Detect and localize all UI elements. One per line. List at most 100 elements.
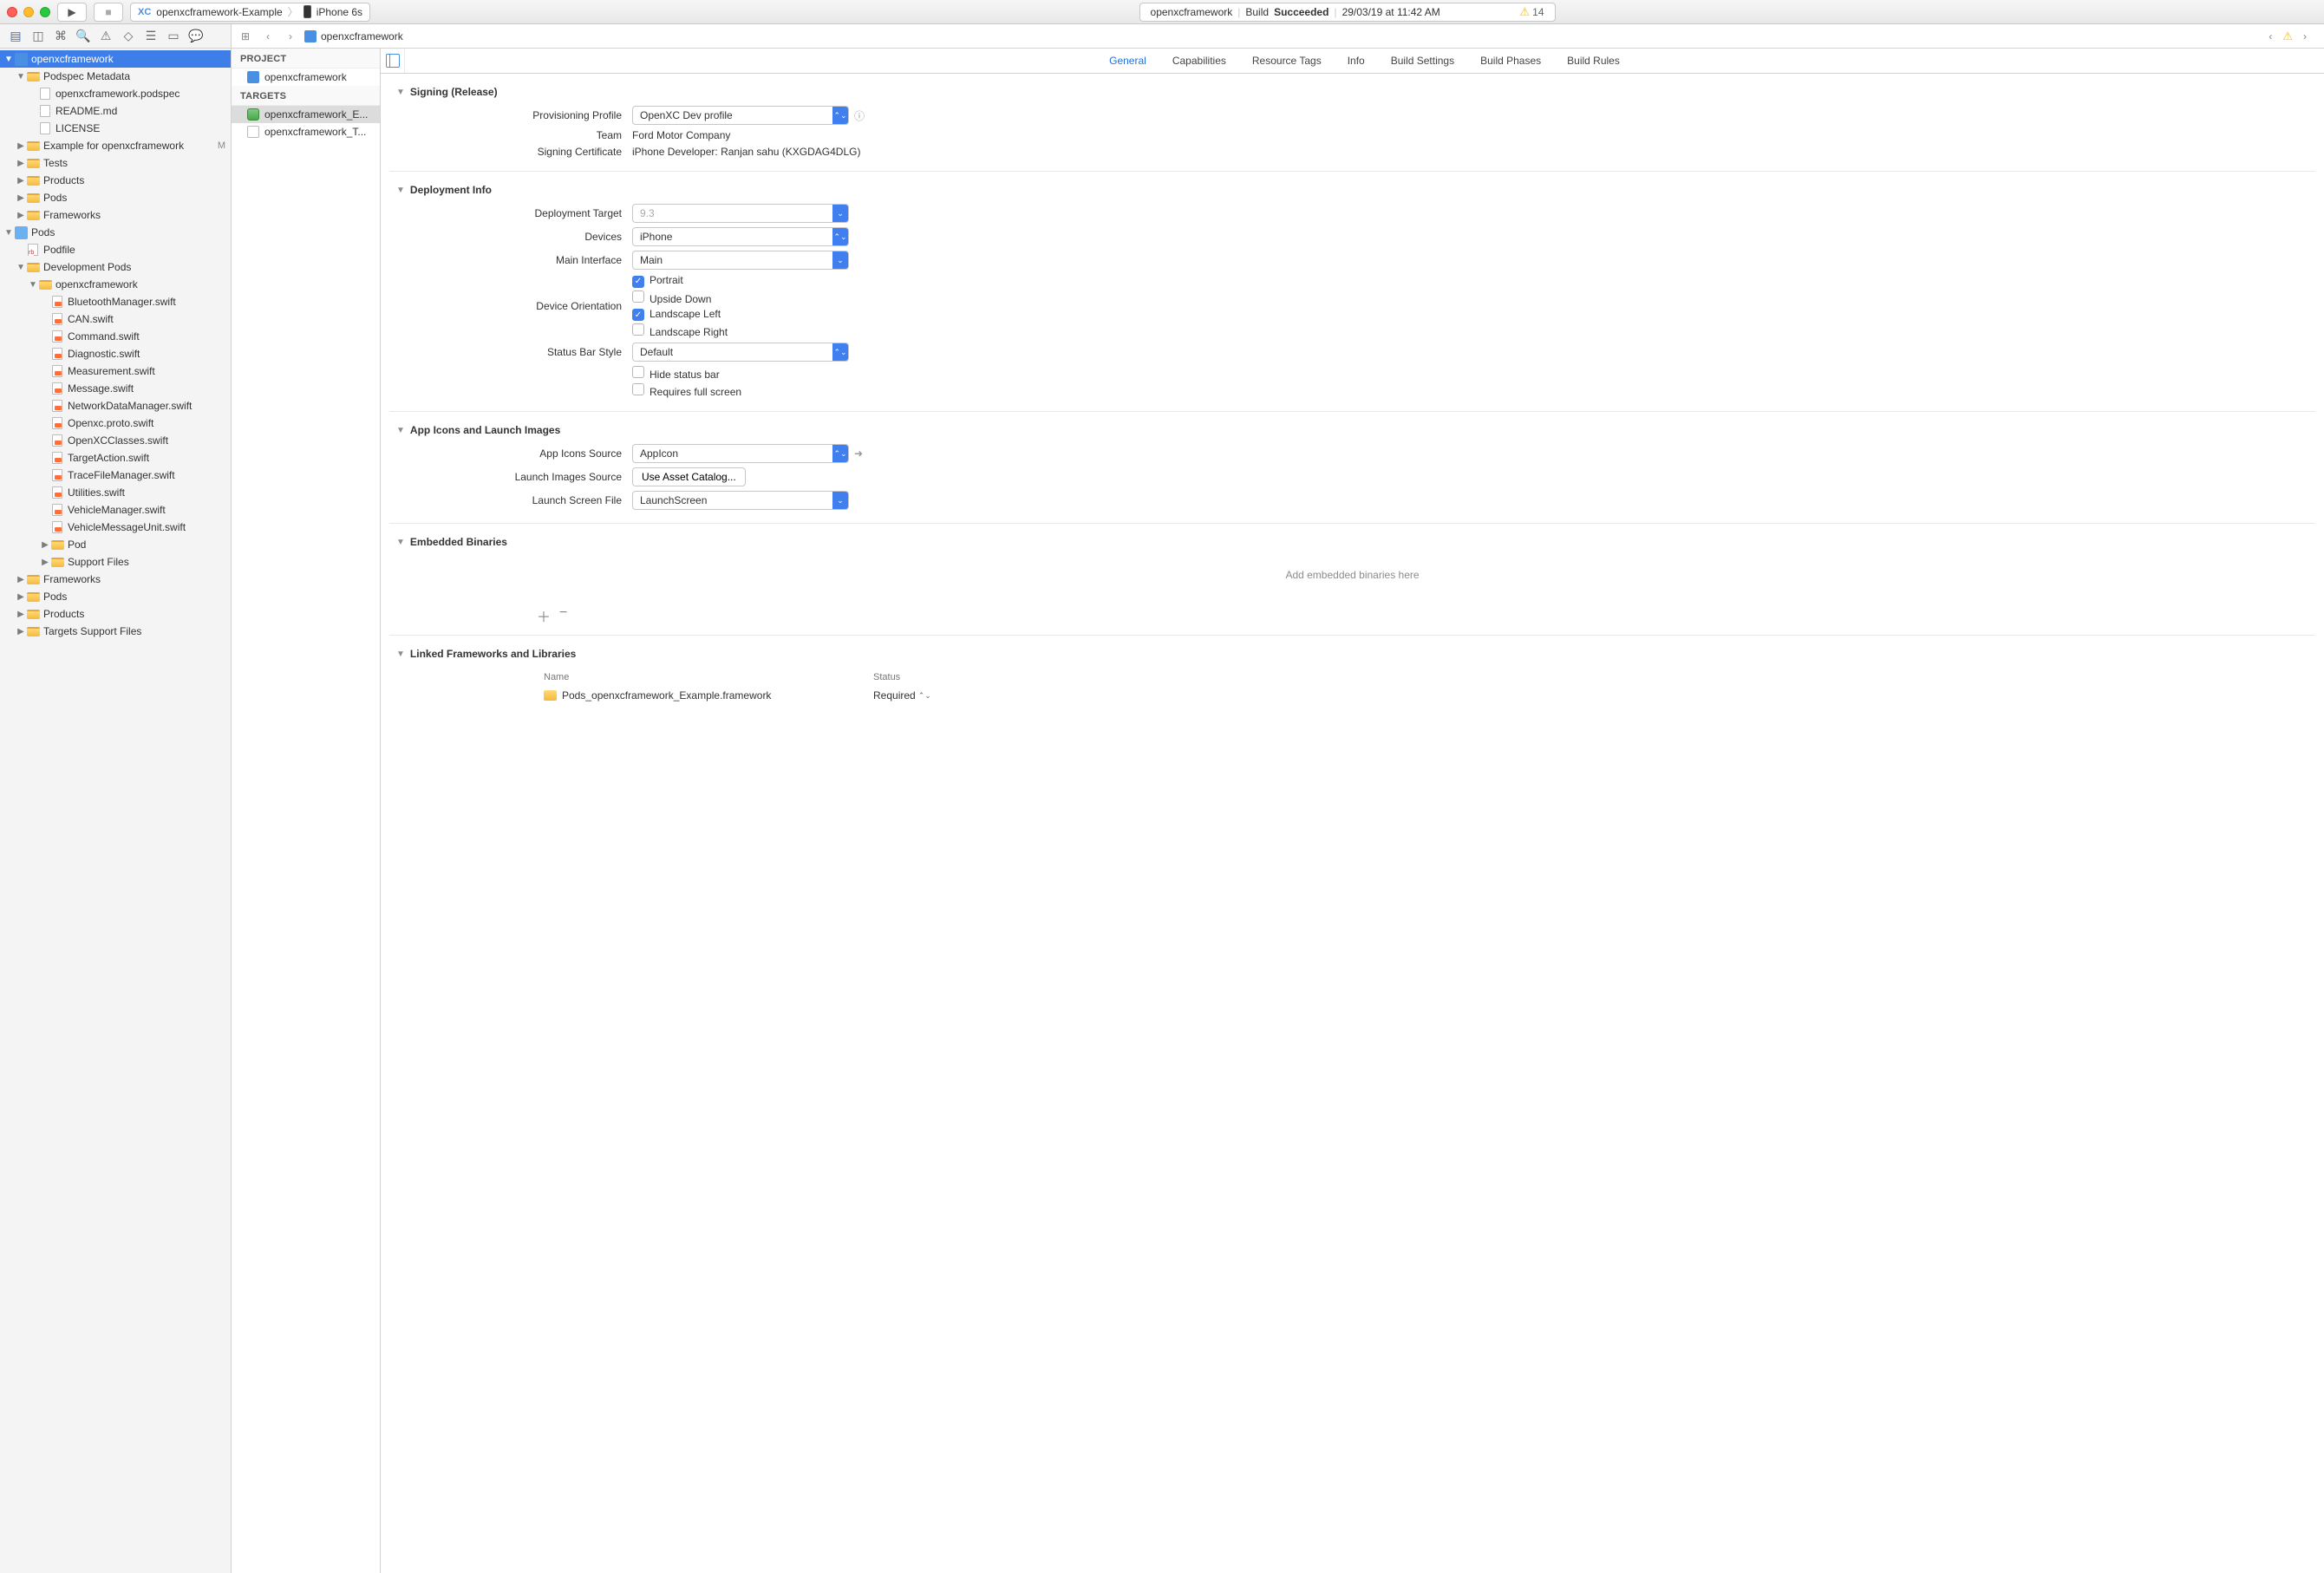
deployment-target-select[interactable]: 9.3 ⌄ xyxy=(632,204,849,223)
scheme-selector[interactable]: XC openxcframework-Example 〉 iPhone 6s xyxy=(130,3,370,22)
tree-row[interactable]: ▶ Products xyxy=(0,172,231,189)
tree-row[interactable]: ▶ Targets Support Files xyxy=(0,623,231,640)
tree-row[interactable]: Command.swift xyxy=(0,328,231,345)
next-issue-icon[interactable]: › xyxy=(2296,30,2314,42)
statusbar-style-select[interactable]: Default ⌃⌄ xyxy=(632,343,849,362)
tree-label: Pods xyxy=(31,226,55,238)
tree-row[interactable]: TraceFileManager.swift xyxy=(0,467,231,484)
tree-label: Tests xyxy=(43,157,68,169)
stop-button[interactable]: ■ xyxy=(94,3,123,22)
provisioning-profile-select[interactable]: OpenXC Dev profile ⌃⌄ xyxy=(632,106,849,125)
close-icon[interactable] xyxy=(7,7,17,17)
section-header[interactable]: ▼ Embedded Binaries xyxy=(389,532,2315,552)
section-header[interactable]: ▼ Deployment Info xyxy=(389,180,2315,199)
tree-label: BluetoothManager.swift xyxy=(68,296,176,308)
orientation-landscape-right-checkbox[interactable]: Landscape Right xyxy=(632,323,728,338)
tab-capabilities[interactable]: Capabilities xyxy=(1172,55,1226,67)
tab-build-phases[interactable]: Build Phases xyxy=(1480,55,1541,67)
maximize-icon[interactable] xyxy=(40,7,50,17)
activity-viewer[interactable]: openxcframework | Build Succeeded | 29/0… xyxy=(1139,3,1556,22)
tree-row[interactable]: ▶ Frameworks xyxy=(0,206,231,224)
tab-general[interactable]: General xyxy=(1109,55,1146,67)
tree-row[interactable]: ▶ Support Files xyxy=(0,553,231,571)
back-icon[interactable]: ‹ xyxy=(259,30,277,42)
tree-row[interactable]: ▶ Pod xyxy=(0,536,231,553)
tree-row[interactable]: ▶ Pods xyxy=(0,588,231,605)
field-label: App Icons Source xyxy=(389,447,632,460)
team-value: Ford Motor Company xyxy=(632,129,730,141)
panel-toggle-button[interactable] xyxy=(381,49,405,73)
tree-row-pods-project[interactable]: ▼ Pods xyxy=(0,224,231,241)
tree-row[interactable]: Measurement.swift xyxy=(0,362,231,380)
tree-row[interactable]: ▼ Development Pods xyxy=(0,258,231,276)
project-row[interactable]: openxcframework xyxy=(232,69,380,86)
minimize-icon[interactable] xyxy=(23,7,34,17)
tree-row[interactable]: README.md xyxy=(0,102,231,120)
orientation-upside-checkbox[interactable]: Upside Down xyxy=(632,290,711,305)
find-navigator-icon[interactable]: 🔍 xyxy=(73,27,94,46)
warning-badge[interactable]: ⚠ 14 xyxy=(1520,5,1544,19)
editor-tabs: General Capabilities Resource Tags Info … xyxy=(381,49,2324,74)
target-row[interactable]: openxcframework_T... xyxy=(232,123,380,140)
tree-row[interactable]: ▼ Podspec Metadata xyxy=(0,68,231,85)
tab-build-rules[interactable]: Build Rules xyxy=(1567,55,1620,67)
tab-info[interactable]: Info xyxy=(1348,55,1365,67)
goto-icon[interactable]: ➜ xyxy=(854,447,863,460)
symbol-navigator-icon[interactable]: ⌘ xyxy=(50,27,71,46)
section-header[interactable]: ▼ Linked Frameworks and Libraries xyxy=(389,644,2315,663)
tree-row[interactable]: ▶ Tests xyxy=(0,154,231,172)
add-button[interactable]: ＋ xyxy=(537,605,551,626)
info-icon[interactable]: ⓘ xyxy=(854,108,865,123)
tree-row[interactable]: BluetoothManager.swift xyxy=(0,293,231,310)
tree-row[interactable]: VehicleMessageUnit.swift xyxy=(0,519,231,536)
forward-icon[interactable]: › xyxy=(282,30,299,42)
tree-row[interactable]: ▶ Frameworks xyxy=(0,571,231,588)
main-interface-select[interactable]: Main ⌄ xyxy=(632,251,849,270)
tree-row[interactable]: ▶ Pods xyxy=(0,189,231,206)
issue-navigator-icon[interactable]: ⚠ xyxy=(95,27,116,46)
tree-row[interactable]: Openxc.proto.swift xyxy=(0,414,231,432)
tree-row[interactable]: Message.swift xyxy=(0,380,231,397)
remove-button[interactable]: − xyxy=(559,605,567,626)
tree-row[interactable]: ▶ Products xyxy=(0,605,231,623)
tree-row[interactable]: NetworkDataManager.swift xyxy=(0,397,231,414)
test-navigator-icon[interactable]: ◇ xyxy=(118,27,139,46)
tree-row[interactable]: Diagnostic.swift xyxy=(0,345,231,362)
tree-row[interactable]: ▼ openxcframework xyxy=(0,276,231,293)
table-row[interactable]: Pods_openxcframework_Example.framework R… xyxy=(537,686,2315,705)
requires-full-checkbox[interactable]: Requires full screen xyxy=(632,383,741,398)
hide-status-checkbox[interactable]: Hide status bar xyxy=(632,366,720,381)
orientation-landscape-left-checkbox[interactable]: ✓Landscape Left xyxy=(632,308,721,322)
required-select[interactable]: Required ⌃⌄ xyxy=(873,689,931,702)
tab-resource-tags[interactable]: Resource Tags xyxy=(1252,55,1322,67)
devices-select[interactable]: iPhone ⌃⌄ xyxy=(632,227,849,246)
tree-row-project[interactable]: ▼ openxcframework xyxy=(0,50,231,68)
prev-issue-icon[interactable]: ‹ xyxy=(2262,30,2279,42)
breakpoint-navigator-icon[interactable]: ▭ xyxy=(163,27,184,46)
section-title: App Icons and Launch Images xyxy=(410,424,560,436)
app-icons-source-select[interactable]: AppIcon ⌃⌄ xyxy=(632,444,849,463)
tree-row[interactable]: ▶ Example for openxcframework M xyxy=(0,137,231,154)
project-navigator-icon[interactable]: ▤ xyxy=(5,27,26,46)
tree-row[interactable]: Utilities.swift xyxy=(0,484,231,501)
tree-row[interactable]: CAN.swift xyxy=(0,310,231,328)
section-header[interactable]: ▼ Signing (Release) xyxy=(389,82,2315,101)
source-control-navigator-icon[interactable]: ◫ xyxy=(28,27,49,46)
tree-row[interactable]: openxcframework.podspec xyxy=(0,85,231,102)
target-row[interactable]: openxcframework_E... xyxy=(232,106,380,123)
tree-row[interactable]: Podfile xyxy=(0,241,231,258)
section-header[interactable]: ▼ App Icons and Launch Images xyxy=(389,421,2315,440)
run-button[interactable]: ▶ xyxy=(57,3,87,22)
related-items-icon[interactable]: ⊞ xyxy=(237,30,254,42)
tree-row[interactable]: TargetAction.swift xyxy=(0,449,231,467)
tree-row[interactable]: LICENSE xyxy=(0,120,231,137)
report-navigator-icon[interactable]: 💬 xyxy=(186,27,206,46)
tab-build-settings[interactable]: Build Settings xyxy=(1391,55,1454,67)
orientation-portrait-checkbox[interactable]: ✓Portrait xyxy=(632,274,683,288)
use-asset-catalog-button[interactable]: Use Asset Catalog... xyxy=(632,467,746,486)
debug-navigator-icon[interactable]: ☰ xyxy=(140,27,161,46)
launch-screen-select[interactable]: LaunchScreen ⌄ xyxy=(632,491,849,510)
tree-row[interactable]: OpenXCClasses.swift xyxy=(0,432,231,449)
tree-row[interactable]: VehicleManager.swift xyxy=(0,501,231,519)
jump-bar-path[interactable]: openxcframework xyxy=(304,30,403,42)
